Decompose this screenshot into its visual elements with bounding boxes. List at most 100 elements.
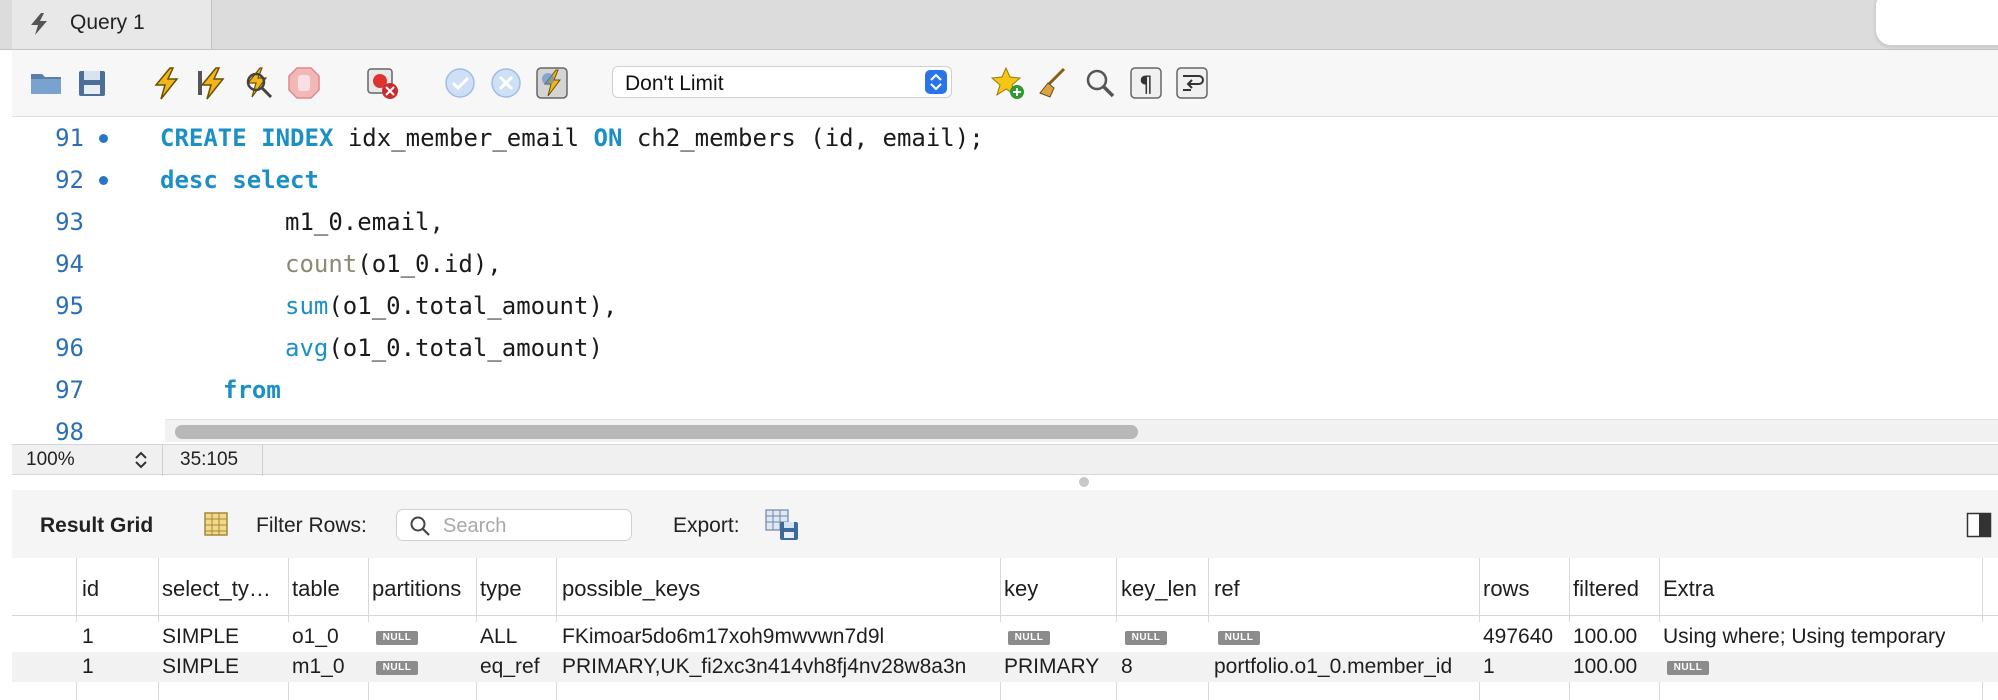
tab-bar: Query 1 (0, 0, 1998, 50)
line-number: 95 (55, 292, 84, 320)
select-arrows-icon (925, 70, 947, 94)
null-badge[interactable]: NULL (376, 661, 418, 675)
cell-extra[interactable]: Using where; Using temporary (1663, 625, 1945, 649)
scrollbar-thumb[interactable] (175, 425, 1138, 439)
result-toolbar: Result Grid Filter Rows: Export: (12, 490, 1998, 559)
divider (162, 445, 163, 476)
cell-select-type[interactable]: SIMPLE (162, 625, 239, 649)
tab-query-1[interactable]: Query 1 (12, 0, 212, 49)
keyword: desc (160, 166, 218, 194)
keyword: CREATE (160, 124, 247, 152)
statement-marker-icon (99, 176, 108, 185)
line-number: 91 (55, 124, 84, 152)
code-line-95: sum(o1_0.total_amount), (285, 292, 618, 320)
zoom-stepper-icon[interactable] (130, 448, 152, 472)
wrap-icon[interactable] (1172, 63, 1212, 103)
function-name: count (285, 250, 358, 278)
open-folder-icon[interactable] (26, 63, 66, 103)
cell-filtered[interactable]: 100.00 (1573, 625, 1637, 649)
cell-select-type[interactable]: SIMPLE (162, 655, 239, 679)
line-number: 98 (55, 418, 84, 444)
cell-table[interactable]: o1_0 (292, 625, 339, 649)
side-panel-toggle-icon[interactable] (1966, 512, 1992, 538)
cell-possible-keys[interactable]: PRIMARY,UK_fi2xc3n414vh8fj4nv28w8a3n (562, 655, 966, 679)
find-icon[interactable] (1080, 63, 1120, 103)
horizontal-scrollbar[interactable] (165, 419, 1998, 442)
column-header-select-type[interactable]: select_ty… (162, 576, 271, 602)
cell-id[interactable]: 1 (82, 655, 94, 679)
sql-editor[interactable]: 91 92 93 94 95 96 97 98 CREATE INDEX idx… (12, 117, 1998, 444)
cell-filtered[interactable]: 100.00 (1573, 655, 1637, 679)
stop-icon[interactable] (284, 63, 324, 103)
null-badge[interactable]: NULL (1667, 661, 1709, 675)
table-row[interactable]: 1 SIMPLE m1_0 NULL eq_ref PRIMARY,UK_fi2… (12, 652, 1998, 682)
split-handle[interactable] (1079, 477, 1089, 487)
function-name: sum (285, 292, 329, 320)
svg-text:¶: ¶ (1139, 73, 1153, 98)
column-header-rows[interactable]: rows (1483, 576, 1529, 602)
line-number: 93 (55, 208, 84, 236)
null-badge[interactable]: NULL (1125, 631, 1167, 645)
null-badge[interactable]: NULL (1218, 631, 1260, 645)
filter-search-box[interactable] (396, 509, 632, 541)
keyword: INDEX (261, 124, 334, 152)
grid-icon[interactable] (202, 510, 230, 538)
column-header-key-len[interactable]: key_len (1121, 576, 1197, 602)
search-input[interactable] (441, 513, 625, 539)
cell-rows[interactable]: 1 (1483, 655, 1495, 679)
divider (262, 445, 263, 476)
cursor-position: 35:105 (180, 449, 239, 470)
filter-rows-label: Filter Rows: (256, 514, 367, 537)
result-grid[interactable]: id select_ty… table partitions type poss… (12, 558, 1998, 700)
search-icon (410, 516, 430, 536)
column-header-filtered[interactable]: filtered (1573, 576, 1639, 602)
line-number: 92 (55, 166, 84, 194)
beautify-icon[interactable] (1034, 63, 1074, 103)
cell-possible-keys[interactable]: FKimoar5do6m17xoh9mwvwn7d9l (562, 625, 884, 649)
editor-toolbar: Don't Limit ¶ (12, 50, 1998, 117)
save-icon[interactable] (72, 63, 112, 103)
line-gutter: 91 92 93 94 95 96 97 98 (12, 117, 152, 444)
toggle-error-stop-icon[interactable] (362, 63, 402, 103)
table-row[interactable]: 1 SIMPLE o1_0 NULL ALL FKimoar5do6m17xoh… (12, 622, 1998, 652)
explain-icon[interactable] (238, 63, 278, 103)
cell-type[interactable]: ALL (480, 625, 517, 649)
autocommit-icon[interactable] (532, 63, 572, 103)
cell-type[interactable]: eq_ref (480, 655, 540, 679)
result-grid-label[interactable]: Result Grid (40, 514, 153, 538)
code-line-91: CREATE INDEX idx_member_email ON ch2_mem… (160, 124, 984, 152)
cell-key[interactable]: PRIMARY (1004, 655, 1099, 679)
commit-icon[interactable] (440, 63, 480, 103)
cell-rows[interactable]: 497640 (1483, 625, 1553, 649)
zoom-level: 100% (26, 449, 75, 470)
execute-current-icon[interactable] (192, 63, 232, 103)
execute-icon[interactable] (146, 63, 186, 103)
cell-id[interactable]: 1 (82, 625, 94, 649)
cell-ref[interactable]: portfolio.o1_0.member_id (1214, 655, 1452, 679)
line-number: 94 (55, 250, 84, 278)
column-header-extra[interactable]: Extra (1663, 576, 1714, 602)
code-line-97: from (223, 376, 281, 404)
column-header-key[interactable]: key (1004, 576, 1038, 602)
null-badge[interactable]: NULL (1008, 631, 1050, 645)
column-header-table[interactable]: table (292, 576, 340, 602)
code-line-96: avg(o1_0.total_amount) (285, 334, 603, 362)
column-header-possible-keys[interactable]: possible_keys (562, 576, 700, 602)
column-header-partitions[interactable]: partitions (372, 576, 461, 602)
limit-rows-select[interactable]: Don't Limit (612, 66, 952, 98)
export-icon[interactable] (764, 508, 800, 542)
keyword: from (223, 376, 281, 404)
keyword: ON (593, 124, 623, 152)
rollback-icon[interactable] (486, 63, 526, 103)
column-header-ref[interactable]: ref (1214, 576, 1240, 602)
export-label: Export: (673, 514, 740, 537)
invisible-chars-icon[interactable]: ¶ (1126, 63, 1166, 103)
editor-status-bar: 100% 35:105 (12, 444, 1998, 476)
cell-table[interactable]: m1_0 (292, 655, 345, 679)
column-header-id[interactable]: id (82, 576, 99, 602)
column-header-type[interactable]: type (480, 576, 522, 602)
null-badge[interactable]: NULL (376, 631, 418, 645)
bookmark-icon[interactable] (988, 63, 1028, 103)
cell-key-len[interactable]: 8 (1121, 655, 1133, 679)
window-corner-control[interactable] (1875, 0, 1998, 46)
